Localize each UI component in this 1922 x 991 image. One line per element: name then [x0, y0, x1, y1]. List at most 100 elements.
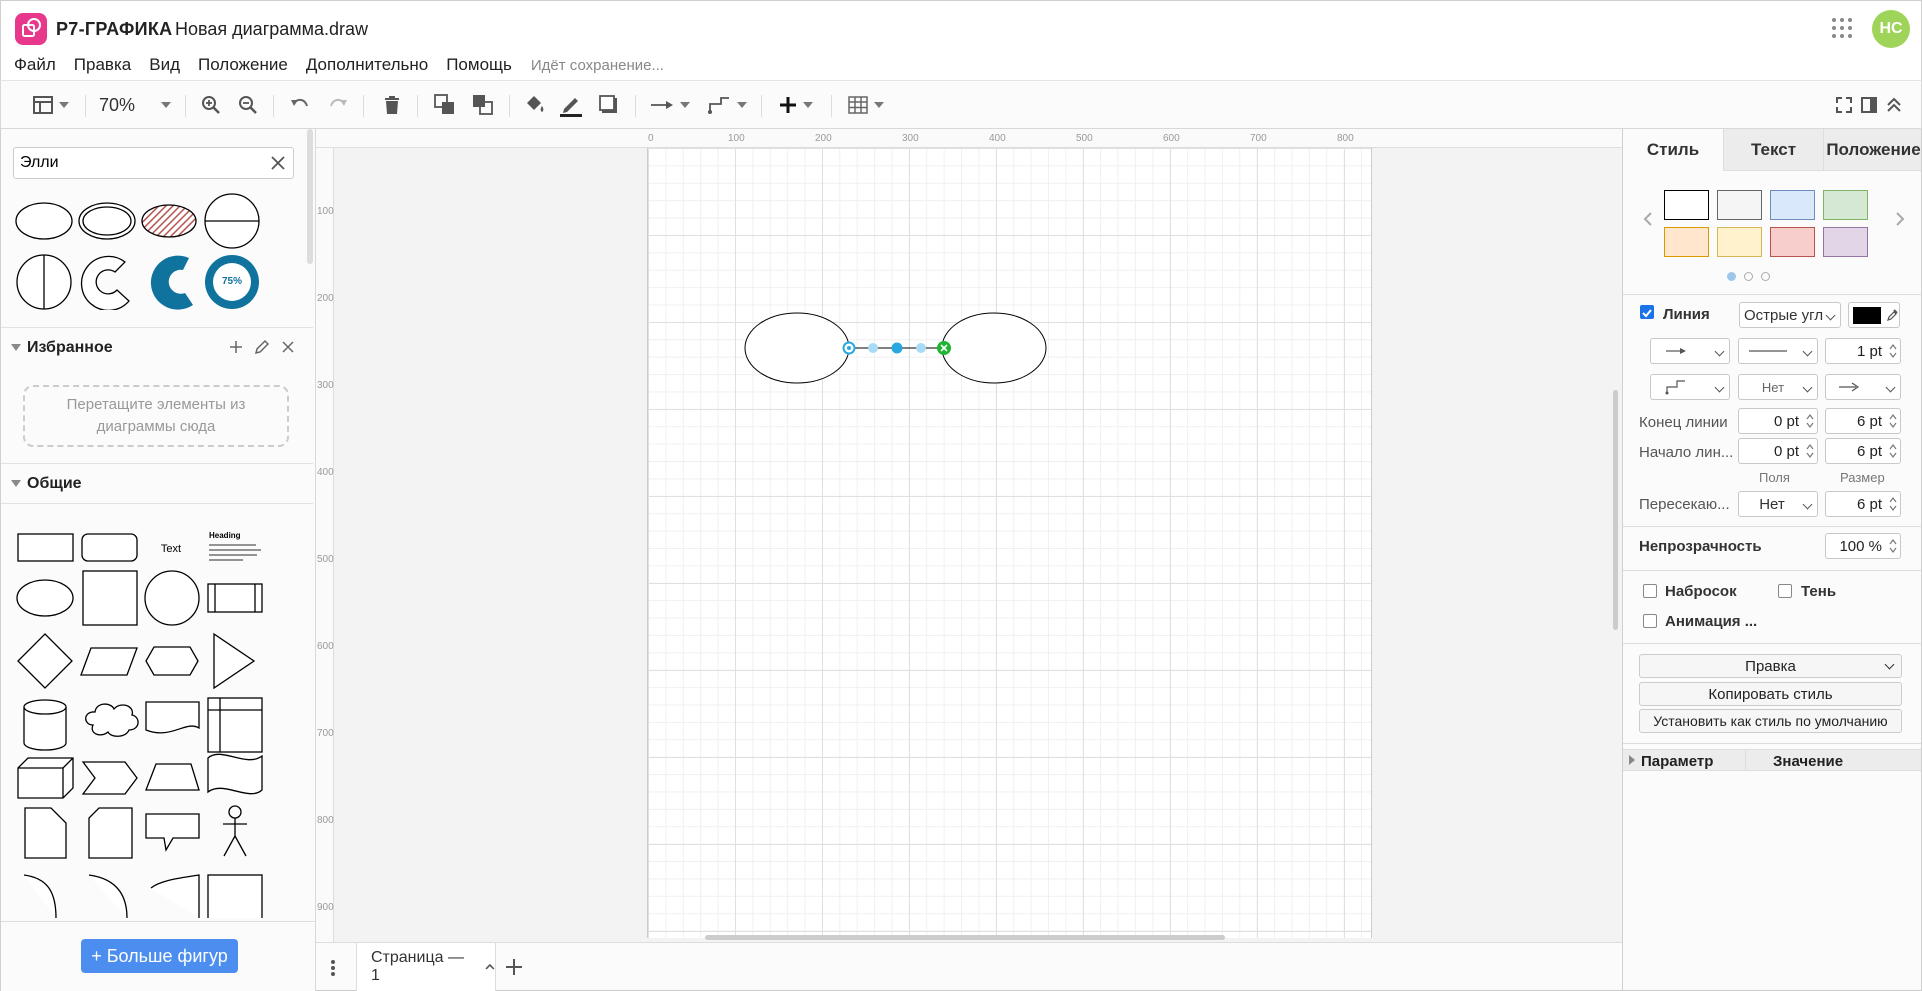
stepper-icon[interactable]: [1888, 342, 1898, 360]
fullscreen-button[interactable]: [1834, 92, 1854, 118]
favorites-drop-zone[interactable]: Перетащите элементы из диаграммы сюда: [23, 385, 289, 447]
shape-process[interactable]: [207, 583, 263, 613]
shapes-scrollbar[interactable]: [307, 129, 313, 264]
close-favorites-icon[interactable]: [281, 340, 295, 359]
diagram-canvas[interactable]: 0 100 200 300 400 500 600 700 800 100 20…: [316, 129, 1622, 942]
triangle-right-icon[interactable]: [1629, 755, 1635, 765]
line-color-button[interactable]: [559, 92, 583, 118]
param-column-header[interactable]: Параметр: [1641, 753, 1713, 770]
to-front-button[interactable]: [433, 92, 457, 118]
zoom-out-button[interactable]: [236, 92, 260, 118]
favorites-section-header[interactable]: Избранное: [1, 327, 313, 367]
swatch-page-dot[interactable]: [1761, 272, 1770, 281]
shadow-button[interactable]: [597, 92, 621, 118]
menu-file[interactable]: Файл: [1, 55, 65, 75]
sketch-checkbox[interactable]: [1643, 584, 1657, 598]
table-button[interactable]: [845, 92, 887, 118]
shape-ellipse[interactable]: [16, 579, 74, 617]
undo-button[interactable]: [288, 92, 312, 118]
apps-grid-icon[interactable]: [1831, 17, 1853, 39]
stepper-icon[interactable]: [1805, 442, 1815, 460]
value-column-header[interactable]: Значение: [1773, 753, 1843, 770]
shape-or-partial[interactable]: [23, 874, 57, 918]
shape-diamond[interactable]: [17, 633, 73, 689]
copy-style-button[interactable]: Копировать стиль: [1639, 682, 1902, 706]
clear-search-icon[interactable]: [269, 154, 287, 177]
user-avatar[interactable]: НС: [1872, 10, 1910, 48]
add-page-icon[interactable]: [504, 957, 524, 982]
canvas-vertical-scrollbar[interactable]: [1613, 390, 1618, 630]
diagram-page[interactable]: [647, 148, 1372, 938]
shape-step[interactable]: [81, 761, 138, 795]
tab-style[interactable]: Стиль: [1623, 129, 1723, 171]
style-swatch[interactable]: [1770, 227, 1815, 257]
document-title[interactable]: Новая диаграмма.draw: [175, 19, 368, 40]
shape-cube[interactable]: [17, 757, 74, 799]
shape-parallelogram[interactable]: [80, 647, 138, 676]
shape-callout[interactable]: [145, 813, 200, 852]
line-end-size-input[interactable]: 6 pt: [1825, 408, 1901, 434]
diagram-ellipse-right[interactable]: [941, 312, 1047, 384]
eyedropper-icon[interactable]: [1886, 308, 1898, 322]
shape-cylinder[interactable]: [23, 699, 67, 751]
line-start-size-input[interactable]: 6 pt: [1825, 438, 1901, 464]
tab-arrange[interactable]: Положение: [1823, 129, 1921, 171]
shape-trapezoid[interactable]: [145, 763, 200, 791]
line-color-picker[interactable]: [1848, 302, 1900, 328]
pages-menu-icon[interactable]: [330, 959, 336, 982]
menu-edit[interactable]: Правка: [65, 55, 140, 75]
menu-view[interactable]: Вид: [140, 55, 189, 75]
line-start-arrow-select[interactable]: [1650, 338, 1730, 364]
menu-extras[interactable]: Дополнительно: [297, 55, 437, 75]
style-swatch[interactable]: [1823, 190, 1868, 220]
shape-triangle[interactable]: [213, 632, 256, 690]
line-style-select[interactable]: Острые угл: [1739, 302, 1841, 328]
stepper-icon[interactable]: [1805, 412, 1815, 430]
collapse-toolbar-button[interactable]: [1884, 92, 1904, 118]
connector-midpoint-handle[interactable]: [891, 342, 903, 354]
menu-help[interactable]: Помощь: [437, 55, 521, 75]
menu-arrange[interactable]: Положение: [189, 55, 297, 75]
general-section-header[interactable]: Общие: [1, 463, 313, 503]
add-favorite-icon[interactable]: [229, 340, 243, 359]
result-ellipse[interactable]: [15, 202, 73, 240]
chevron-up-icon[interactable]: [485, 963, 495, 971]
shape-square[interactable]: [82, 570, 138, 626]
shape-card[interactable]: [88, 807, 133, 859]
shape-data-partial[interactable]: [150, 874, 200, 918]
format-panel-toggle[interactable]: [1859, 92, 1879, 118]
canvas-horizontal-scrollbar[interactable]: [705, 935, 1225, 940]
shape-tape[interactable]: [207, 753, 263, 795]
style-swatch[interactable]: [1823, 227, 1868, 257]
line-end-arrow-select[interactable]: [1825, 374, 1901, 400]
shape-note[interactable]: [24, 807, 67, 859]
page-tab-1[interactable]: Страница — 1: [356, 943, 496, 991]
shape-rectangle[interactable]: [17, 533, 74, 562]
connector-virtual-handle[interactable]: [916, 343, 926, 353]
more-shapes-button[interactable]: + Больше фигур: [81, 939, 238, 973]
shape-circle[interactable]: [144, 570, 200, 626]
to-back-button[interactable]: [471, 92, 495, 118]
shape-text[interactable]: Text: [161, 543, 181, 555]
crossings-select[interactable]: Нет: [1738, 491, 1818, 517]
chevron-left-icon[interactable]: [1643, 211, 1653, 232]
animation-checkbox[interactable]: [1643, 614, 1657, 628]
shape-actor[interactable]: [223, 805, 247, 857]
opacity-input[interactable]: 100 %: [1825, 533, 1901, 559]
diagram-ellipse-left[interactable]: [744, 312, 850, 384]
crossings-size-input[interactable]: 6 pt: [1825, 491, 1901, 517]
style-swatch[interactable]: [1717, 227, 1762, 257]
line-pattern-select[interactable]: [1738, 338, 1818, 364]
shape-search-input[interactable]: [20, 153, 260, 173]
shape-heading[interactable]: Heading: [209, 531, 241, 540]
result-arc[interactable]: [80, 255, 130, 310]
line-end-style-select[interactable]: Нет: [1738, 374, 1818, 400]
view-panels-button[interactable]: [29, 92, 73, 118]
redo-button[interactable]: [326, 92, 350, 118]
delete-button[interactable]: [380, 92, 404, 118]
waypoint-style-select[interactable]: [1650, 374, 1730, 400]
stepper-icon[interactable]: [1888, 412, 1898, 430]
waypoints-button[interactable]: [706, 92, 748, 118]
shape-delay-partial[interactable]: [88, 874, 128, 918]
style-swatch[interactable]: [1770, 190, 1815, 220]
